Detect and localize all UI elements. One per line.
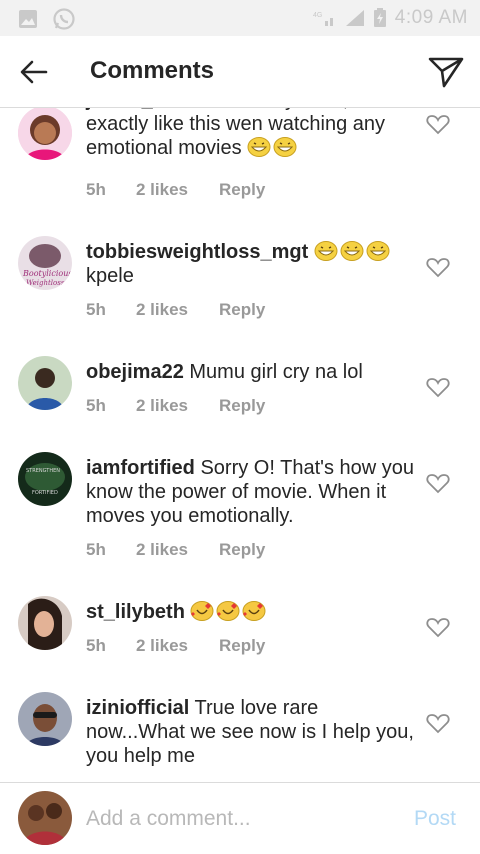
comment-username[interactable]: jessiv_bae (86, 108, 187, 111)
reply-button[interactable]: Reply (219, 396, 265, 416)
comment-item: iziniofficial True love rare now...What … (0, 692, 480, 782)
svg-text:Bootylicious: Bootylicious (22, 269, 72, 278)
avatar-image: Bootylicious Weightloss (18, 236, 72, 290)
share-button[interactable] (426, 52, 466, 92)
comment-item: STRENGTHEN FORTIFIED iamfortified Sorry … (0, 452, 480, 586)
comment-item: obejima22 Mumu girl cry na lol 5h 2 like… (0, 356, 480, 442)
grin-emoji-icon (314, 241, 338, 261)
comment-time: 5h (86, 540, 106, 559)
comment-message: kpele (86, 265, 134, 287)
heart-icon[interactable] (426, 376, 450, 398)
avatar-image: STRENGTHEN FORTIFIED (18, 452, 72, 506)
paper-plane-icon (428, 57, 464, 88)
battery-icon (373, 8, 386, 27)
heart-icon[interactable] (426, 256, 450, 278)
svg-text:STRENGTHEN: STRENGTHEN (26, 468, 60, 474)
comment-likes[interactable]: 2 likes (136, 540, 219, 560)
avatar[interactable]: STRENGTHEN FORTIFIED (18, 452, 72, 506)
grin-emoji-icon (366, 241, 390, 261)
comment-text: jessiv_bae is not funny at all,am exactl… (86, 108, 416, 160)
comment-text: iziniofficial True love rare now...What … (86, 696, 416, 768)
heart-eyes-emoji-icon (216, 601, 240, 621)
arrow-left-icon (20, 60, 48, 84)
comment-message: Mumu girl cry na lol (183, 361, 363, 383)
comments-list[interactable]: jessiv_bae is not funny at all,am exactl… (0, 108, 480, 782)
header: Comments (0, 36, 480, 108)
comment-username[interactable]: st_lilybeth (86, 601, 185, 623)
heart-eyes-emoji-icon (242, 601, 266, 621)
comment-username[interactable]: tobbiesweightloss_mgt (86, 241, 308, 263)
comment-item: Bootylicious Weightloss tobbiesweightlos… (0, 236, 480, 346)
comment-text: tobbiesweightloss_mgt kpele (86, 240, 416, 288)
comment-input[interactable] (86, 801, 386, 837)
avatar[interactable]: Bootylicious Weightloss (18, 236, 72, 290)
heart-icon[interactable] (426, 113, 450, 135)
comment-meta: 5h 2 likes Reply (86, 396, 265, 416)
svg-text:4G: 4G (313, 12, 322, 19)
avatar[interactable] (18, 356, 72, 410)
comment-composer: Post (0, 782, 480, 854)
comment-meta: 5h 2 likes Reply (86, 540, 265, 560)
comment-time: 5h (86, 300, 106, 319)
post-button[interactable]: Post (414, 807, 456, 831)
signal-icon (345, 10, 364, 26)
whatsapp-icon (53, 8, 75, 30)
comment-username[interactable]: iamfortified (86, 457, 195, 479)
comment-username[interactable]: obejima22 (86, 361, 184, 383)
grin-emoji-icon (247, 137, 271, 157)
status-time: 4:09 AM (394, 7, 468, 28)
comment-text: obejima22 Mumu girl cry na lol (86, 360, 416, 384)
avatar-image (18, 108, 72, 160)
comment-likes[interactable]: 2 likes (136, 300, 219, 320)
reply-button[interactable]: Reply (219, 636, 265, 656)
comment-text: st_lilybeth (86, 600, 416, 624)
comment-item: st_lilybeth 5h 2 likes Reply (0, 596, 480, 682)
reply-button[interactable]: Reply (219, 180, 265, 200)
avatar[interactable] (18, 108, 72, 160)
comment-text: iamfortified Sorry O! That's how you kno… (86, 456, 416, 528)
comment-item: jessiv_bae is not funny at all,am exactl… (0, 108, 480, 218)
avatar-image (18, 692, 72, 746)
avatar-image (18, 791, 72, 845)
heart-icon[interactable] (426, 616, 450, 638)
page-title: Comments (90, 57, 215, 84)
heart-icon[interactable] (426, 472, 450, 494)
comment-message: is not funny at all,am exactly like this… (86, 108, 386, 159)
heart-icon[interactable] (426, 712, 450, 734)
comment-time: 5h (86, 180, 106, 199)
svg-text:FORTIFIED: FORTIFIED (32, 490, 58, 496)
comment-meta: 5h 2 likes Reply (86, 636, 265, 656)
comment-likes[interactable]: 2 likes (136, 396, 219, 416)
reply-button[interactable]: Reply (219, 300, 265, 320)
grin-emoji-icon (340, 241, 364, 261)
status-bar: 4G 4:09 AM (0, 0, 480, 36)
avatar (18, 791, 72, 845)
comment-username[interactable]: iziniofficial (86, 697, 189, 719)
comment-time: 5h (86, 396, 106, 415)
svg-text:Weightloss: Weightloss (26, 279, 65, 287)
heart-eyes-emoji-icon (190, 601, 214, 621)
avatar-image (18, 356, 72, 410)
comment-time: 5h (86, 636, 106, 655)
avatar[interactable] (18, 692, 72, 746)
comment-likes[interactable]: 2 likes (136, 180, 219, 200)
wifi-icon: 4G (313, 12, 333, 26)
avatar-image (18, 596, 72, 650)
comment-meta: 5h 2 likes Reply (86, 300, 265, 320)
reply-button[interactable]: Reply (219, 540, 265, 560)
avatar[interactable] (18, 596, 72, 650)
comment-meta: 5h 2 likes Reply (86, 180, 265, 200)
back-button[interactable] (14, 52, 54, 92)
image-icon (19, 10, 37, 28)
comment-likes[interactable]: 2 likes (136, 636, 219, 656)
grin-emoji-icon (273, 137, 297, 157)
